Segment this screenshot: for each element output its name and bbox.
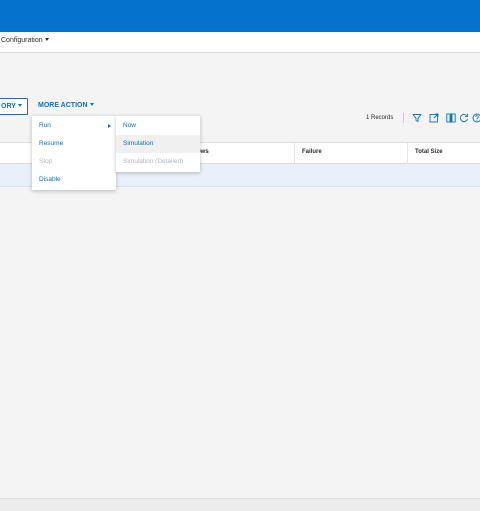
caret-down-icon (44, 38, 49, 41)
nav-bar: Configuration (0, 32, 480, 53)
toolbar-divider (403, 113, 404, 123)
run-submenu: Now Simulation Simulation (Detailed) (116, 116, 200, 172)
help-icon[interactable] (472, 113, 480, 123)
top-header-bar (0, 0, 480, 32)
caret-down-icon (89, 103, 94, 106)
caret-down-icon (17, 104, 22, 107)
submenu-item-label: Simulation (Detailed) (123, 158, 184, 165)
submenu-item-simulation-detailed: Simulation (Detailed) (116, 153, 200, 171)
menu-item-disable[interactable]: Disable (32, 171, 116, 189)
column-divider (294, 143, 295, 164)
columns-icon[interactable] (446, 113, 456, 123)
filter-icon[interactable] (412, 113, 422, 123)
menu-item-resume[interactable]: Resume (32, 135, 116, 153)
submenu-item-label: Now (123, 122, 137, 129)
menu-item-run[interactable]: Run (32, 117, 116, 135)
chevron-right-icon (108, 123, 111, 128)
configuration-menu[interactable]: Configuration (1, 37, 49, 44)
submenu-item-simulation[interactable]: Simulation (116, 135, 200, 153)
bottom-scrollbar[interactable] (0, 498, 480, 511)
more-action-button[interactable]: MORE ACTION (38, 102, 94, 109)
column-header-failure[interactable]: Failure (302, 149, 322, 155)
menu-item-stop: Stop (32, 153, 116, 171)
export-icon[interactable] (429, 113, 439, 123)
more-action-label: MORE ACTION (38, 102, 88, 109)
records-count: 1 Records (366, 115, 394, 121)
submenu-item-now[interactable]: Now (116, 117, 200, 135)
submenu-item-label: Simulation (123, 140, 154, 147)
menu-item-label: Resume (39, 140, 64, 147)
history-dropdown-button[interactable]: ORY (0, 98, 28, 115)
menu-item-label: Stop (39, 158, 53, 165)
configuration-label: Configuration (1, 37, 43, 44)
history-button-label: ORY (1, 103, 16, 110)
menu-item-label: Disable (39, 176, 61, 183)
column-header-total-size[interactable]: Total Size (415, 149, 443, 155)
column-divider (407, 143, 408, 164)
refresh-icon[interactable] (459, 113, 469, 123)
menu-item-label: Run (39, 122, 51, 129)
more-action-menu: Run Resume Stop Disable (32, 116, 116, 190)
